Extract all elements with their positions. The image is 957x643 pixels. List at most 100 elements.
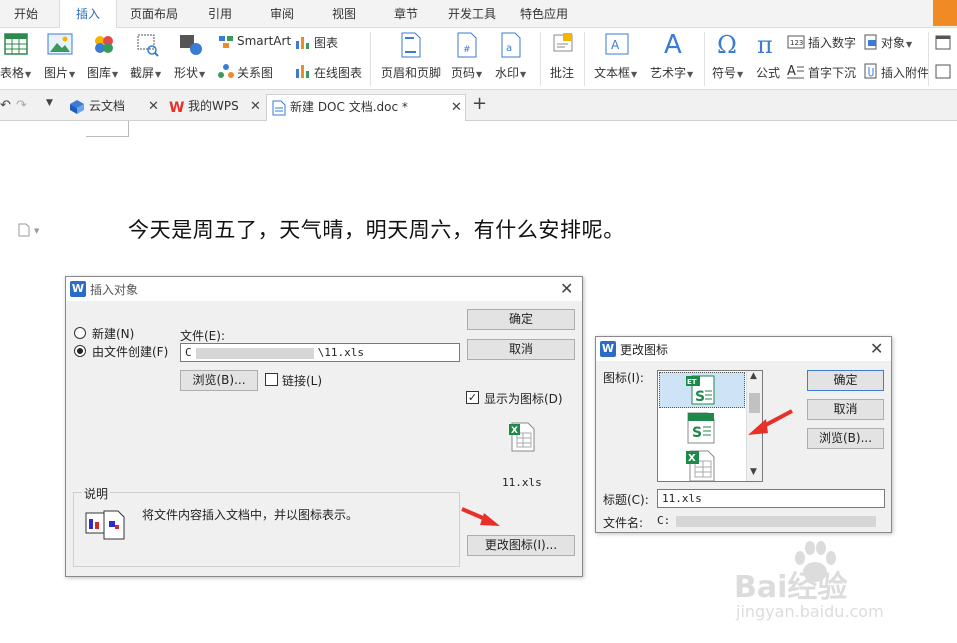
cancel-button[interactable]: 取消 [807, 399, 884, 420]
orange-corner-badge [933, 0, 957, 26]
close-icon[interactable]: ✕ [560, 279, 573, 298]
svg-text:a: a [506, 43, 512, 54]
insert-number-label: 插入数字 [808, 36, 857, 50]
scroll-up-icon[interactable]: ▲ [750, 371, 757, 381]
smartart-icon [219, 36, 233, 48]
attachment-icon [864, 63, 877, 79]
change-icon-button[interactable]: 更改图标(I)... [467, 535, 575, 556]
chart-icon [296, 37, 309, 49]
online-chart-icon [296, 65, 309, 78]
screenshot-label: 截屏▼ [130, 66, 162, 80]
close-icon[interactable]: ✕ [451, 95, 462, 120]
dialog-title: 更改图标 [620, 343, 669, 357]
filename-value: C: [657, 514, 877, 527]
page-number-icon: # [457, 32, 477, 58]
doc-tab-cloud[interactable]: 云文档 ✕ [64, 94, 160, 121]
link-checkbox-label: 链接(L) [282, 374, 323, 388]
from-file-radio[interactable] [74, 345, 86, 357]
svg-text:π: π [757, 31, 773, 57]
close-icon[interactable]: ✕ [870, 339, 883, 358]
ribbon-divider [540, 32, 541, 86]
new-radio[interactable] [74, 327, 86, 339]
scroll-down-icon[interactable]: ▼ [750, 467, 757, 477]
doc-file-icon [272, 100, 286, 116]
new-tab-icon[interactable]: + [472, 93, 487, 114]
redo-icon[interactable]: ↷ [16, 98, 27, 113]
svg-text:ET: ET [687, 378, 697, 386]
wordart-icon: A [664, 31, 682, 57]
relation-map-icon [218, 64, 234, 78]
file-label: 文件(E): [180, 329, 225, 343]
tab-home[interactable]: 开始 [0, 0, 52, 28]
ok-button[interactable]: 确定 [467, 309, 575, 330]
chart-label: 图表 [314, 36, 339, 50]
from-file-radio-label: 由文件创建(F) [92, 345, 169, 359]
doc-tab-mywps-label: 我的WPS [188, 99, 239, 113]
red-arrow-annotation [748, 409, 793, 435]
svg-text:S: S [692, 425, 702, 441]
textbox-icon: A [605, 33, 629, 55]
ok-button[interactable]: 确定 [807, 370, 884, 391]
svg-text:A: A [611, 38, 620, 52]
svg-text:▼: ▼ [34, 227, 40, 235]
header-footer-label: 页眉和页脚 [381, 66, 442, 80]
s-spreadsheet-icon: S [687, 412, 715, 444]
svg-text:123: 123 [790, 39, 803, 47]
shape-icon [180, 35, 202, 55]
browse-button[interactable]: 浏览(B)... [180, 370, 258, 391]
tab-references[interactable]: 引用 [194, 0, 246, 28]
symbol-label: 符号▼ [712, 66, 744, 80]
tab-page-layout[interactable]: 页面布局 [122, 0, 186, 28]
document-tab-bar: ↶ ↷ ▼ 云文档 ✕ W 我的WPS ✕ 新建 DOC 文档.doc * ✕ … [0, 90, 957, 121]
tab-special-apps[interactable]: 特色应用 [512, 0, 576, 28]
ribbon-divider [584, 32, 585, 86]
doc-tab-current[interactable]: 新建 DOC 文档.doc * ✕ [266, 94, 466, 121]
ribbon-divider [370, 32, 371, 86]
et-spreadsheet-icon: ET S [686, 375, 715, 405]
close-icon[interactable]: ✕ [250, 94, 261, 119]
insert-attachment-label: 插入附件 [881, 66, 930, 80]
paragraph-handle-icon[interactable]: ▼ [18, 223, 46, 237]
link-checkbox[interactable] [265, 373, 278, 386]
close-icon[interactable]: ✕ [148, 94, 159, 119]
table-label: 表格▼ [0, 66, 32, 80]
gallery-icon [95, 36, 113, 53]
undo-icon[interactable]: ↶ [0, 98, 11, 113]
new-radio-label: 新建(N) [92, 327, 135, 341]
show-as-icon-checkbox[interactable]: ✓ [466, 391, 479, 404]
ribbon-divider [928, 32, 929, 86]
formula-label: 公式 [756, 66, 781, 80]
doc-tab-current-label: 新建 DOC 文档.doc * [290, 100, 408, 114]
tab-view[interactable]: 视图 [318, 0, 370, 28]
quick-access-dropdown-icon[interactable]: ▼ [46, 98, 53, 108]
watermark-url: jingyan.baidu.com [736, 602, 884, 621]
redacted-filename [676, 515, 877, 527]
object-label: 对象▼ [881, 36, 913, 50]
browse-button[interactable]: 浏览(B)... [807, 428, 884, 449]
baidu-jingyan-watermark: Bai经验 jingyan.baidu.com [734, 541, 934, 628]
ribbon-divider [704, 32, 705, 86]
change-icon-dialog: W 更改图标 ✕ 图标(I): ET S S X ▲ ▼ 确定 取消 浏览(B)… [595, 336, 892, 533]
tab-insert[interactable]: 插入 [59, 0, 117, 29]
cancel-button[interactable]: 取消 [467, 339, 575, 360]
tab-review[interactable]: 审阅 [256, 0, 308, 28]
file-path-input[interactable]: C \11.xls [180, 343, 460, 362]
svg-text:X: X [511, 426, 518, 436]
ribbon-insert-panel: 表格▼ 图片▼ 图库▼ 截屏▼ 形状▼ SmartArt 图表 关系图 在线图表… [0, 28, 957, 90]
date-icon [935, 35, 951, 50]
dialog-title: 插入对象 [90, 283, 139, 297]
filename-label: 文件名: [603, 516, 644, 530]
doc-tab-mywps[interactable]: W 我的WPS ✕ [164, 94, 264, 121]
redacted-path [195, 347, 314, 359]
picture-label: 图片▼ [44, 66, 76, 80]
watermark-label: 水印▼ [495, 66, 527, 80]
excel-file-icon: X [686, 450, 715, 481]
caption-input[interactable]: 11.xls [657, 489, 885, 508]
document-paragraph[interactable]: 今天是周五了，天气晴，明天周六，有什么安排呢。 [128, 214, 625, 244]
tab-chapter[interactable]: 章节 [380, 0, 432, 28]
wps-dialog-icon: W [70, 281, 86, 297]
table-icon [4, 33, 28, 55]
more-icon[interactable] [935, 63, 951, 79]
tab-developer[interactable]: 开发工具 [440, 0, 504, 28]
comment-label: 批注 [550, 66, 575, 80]
